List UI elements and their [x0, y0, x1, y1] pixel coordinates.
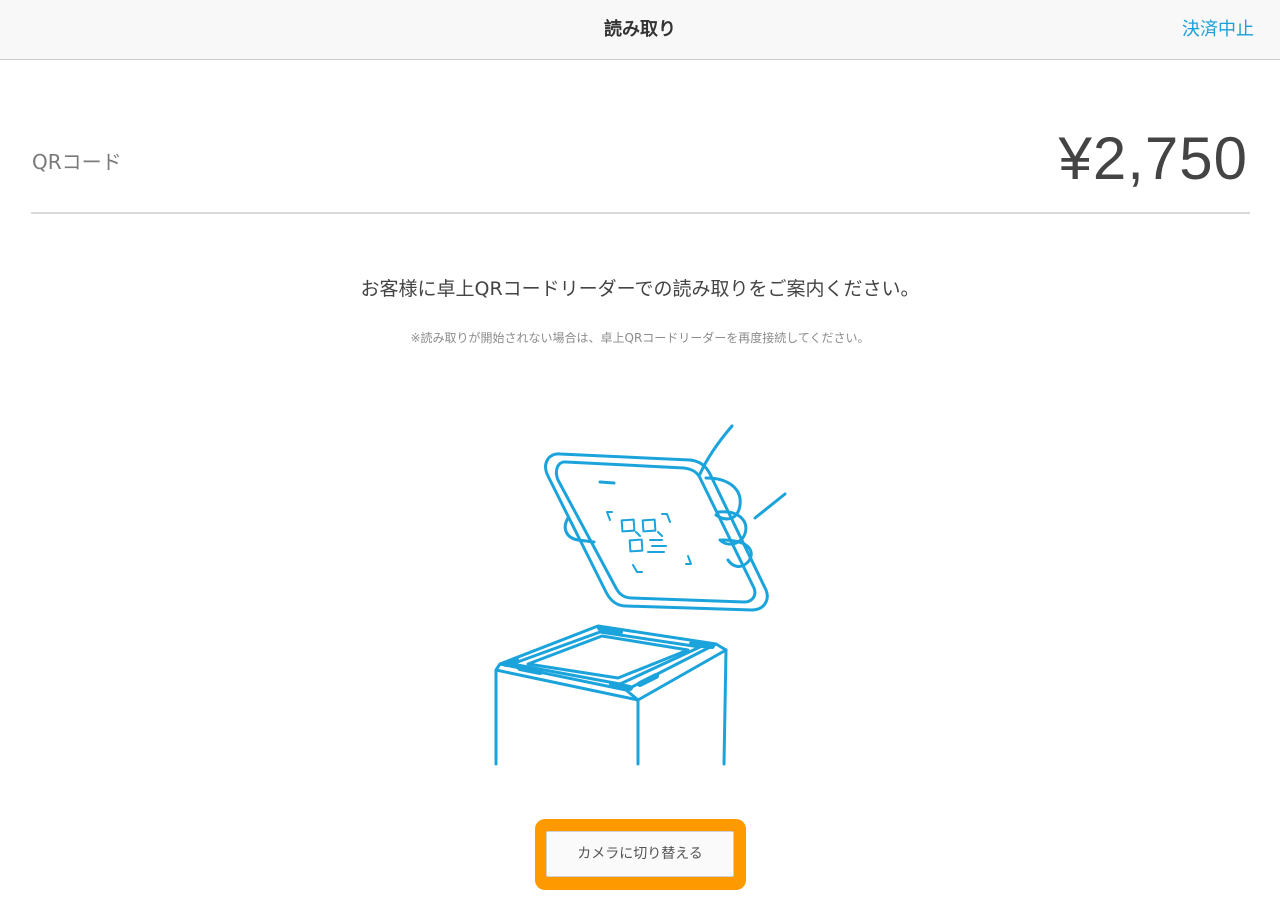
divider: [31, 212, 1250, 214]
instruction-text: お客様に卓上QRコードリーダーでの読み取りをご案内ください。: [360, 278, 920, 300]
payment-amount: ¥2,750: [1058, 125, 1248, 192]
instruction-note: ※読み取りが開始されない場合は、卓上QRコードリーダーを再度接続してください。: [410, 331, 870, 345]
cancel-payment-button[interactable]: 決済中止: [1182, 0, 1254, 59]
page-title: 読み取り: [604, 19, 676, 40]
switch-to-camera-button[interactable]: カメラに切り替える: [546, 831, 734, 877]
payment-method-label: QRコード: [32, 150, 122, 174]
qr-reader-illustration-icon: [494, 424, 787, 766]
navigation-bar: 読み取り 決済中止: [0, 0, 1280, 60]
